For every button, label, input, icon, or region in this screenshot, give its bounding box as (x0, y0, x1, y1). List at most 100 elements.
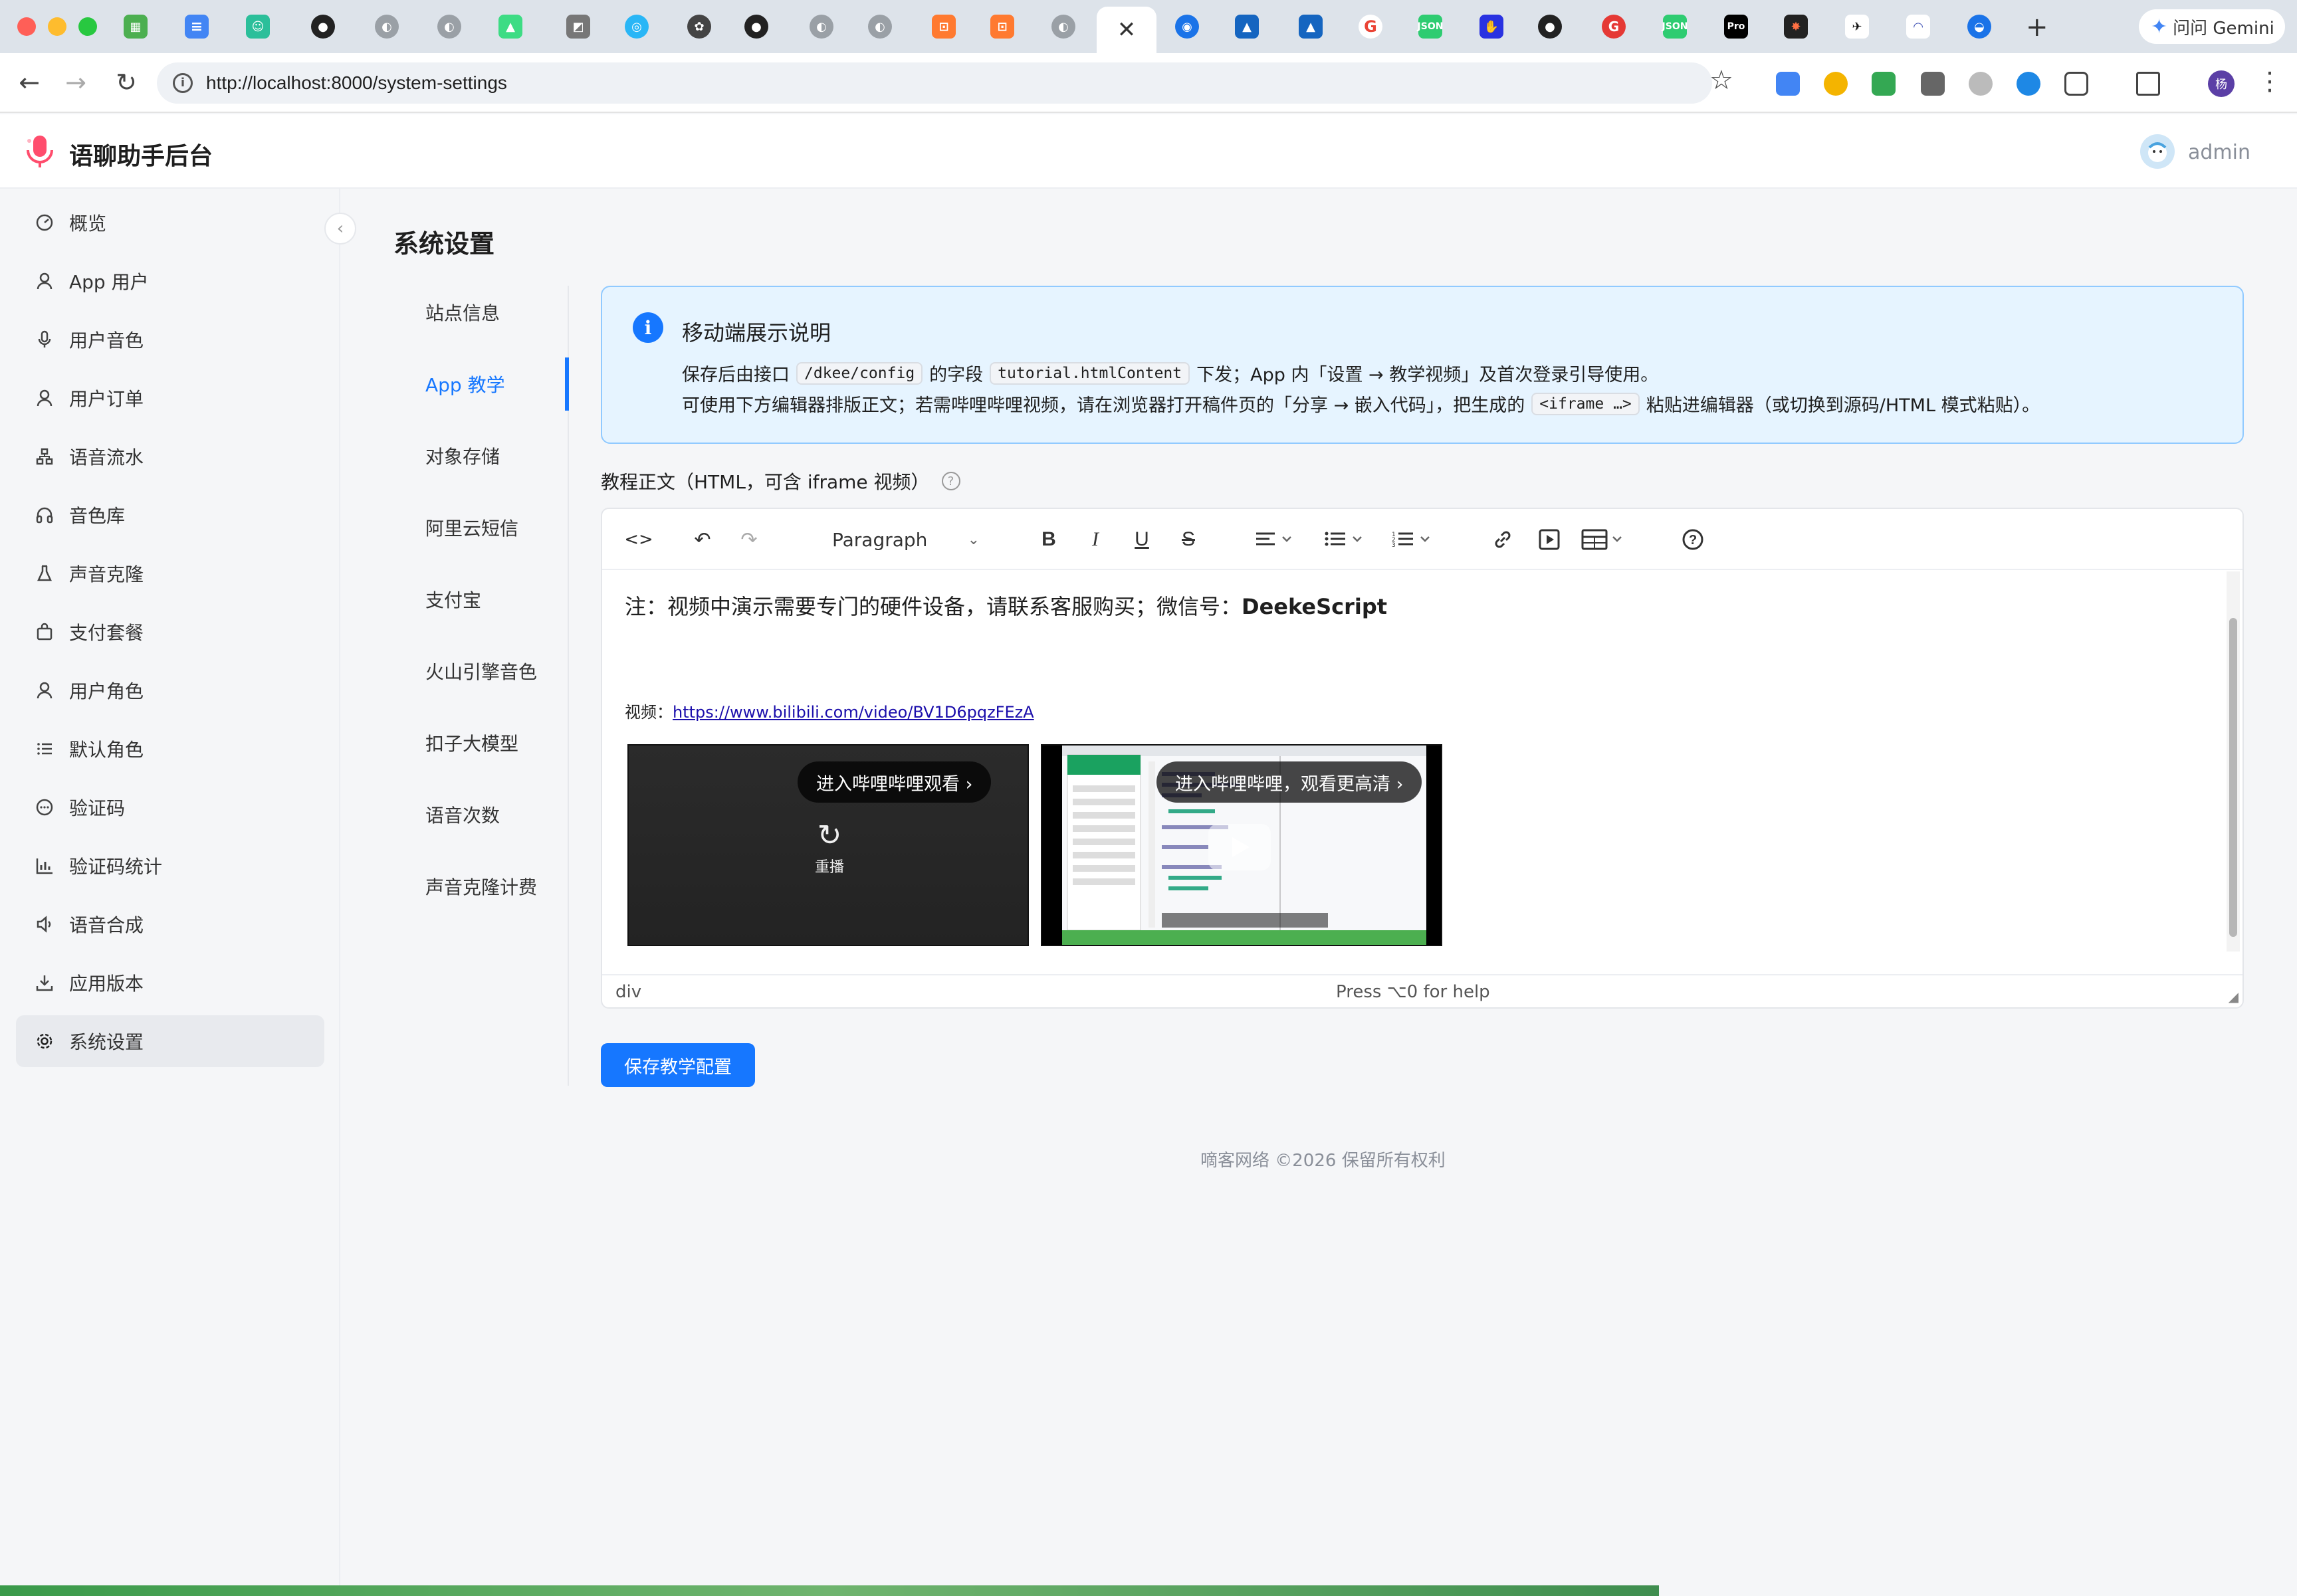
browser-tab-globe[interactable]: ◐ (1051, 15, 1075, 39)
browser-tab-chatbot[interactable]: ☺ (246, 15, 270, 39)
reload-icon[interactable]: ↻ (110, 68, 142, 97)
browser-tab-atlassian[interactable]: ▲ (1235, 15, 1259, 39)
table-dropdown[interactable] (1579, 525, 1630, 554)
browser-tab-image[interactable]: ◩ (566, 15, 590, 39)
sidebar-item-payment-plans[interactable]: 支付套餐 (16, 606, 324, 658)
browser-tab-burst[interactable]: ✸ (1784, 15, 1808, 39)
qr-extension-icon[interactable] (1921, 72, 1945, 96)
source-code-icon[interactable]: <> (622, 525, 655, 554)
sidebar-item-overview[interactable]: 概览 (16, 197, 324, 249)
sidebar-item-voice-clone[interactable]: 声音克隆 (16, 548, 324, 599)
close-icon[interactable]: ✕ (1117, 17, 1137, 43)
bilibili-embed-player-2[interactable]: 进入哔哩哔哩，观看更高清 › (1041, 744, 1442, 946)
browser-tab-android[interactable]: ▲ (498, 15, 522, 39)
save-tutorial-config-button[interactable]: 保存教学配置 (601, 1043, 755, 1087)
media-embed-icon[interactable] (1534, 525, 1565, 554)
browser-tab-code[interactable]: ⊡ (990, 15, 1014, 39)
editor-scrollbar[interactable] (2227, 571, 2240, 951)
url-text[interactable]: http://localhost:8000/system-settings (206, 72, 507, 94)
watch-hd-on-bilibili-button[interactable]: 进入哔哩哔哩，观看更高清 › (1156, 761, 1422, 803)
new-tab-button[interactable]: + (2026, 12, 2048, 43)
tab-coze-model[interactable]: 扣子大模型 (425, 716, 569, 769)
watch-on-bilibili-button[interactable]: 进入哔哩哔哩观看 › (798, 761, 992, 803)
window-close-button[interactable] (17, 17, 36, 36)
sidebar-item-user-voices[interactable]: 用户音色 (16, 314, 324, 365)
address-bar[interactable]: i http://localhost:8000/system-settings (157, 62, 1712, 104)
strikethrough-icon[interactable]: S (1174, 525, 1203, 554)
sidebar-collapse-button[interactable]: ‹ (324, 213, 356, 245)
block-format-select[interactable]: Paragraph ⌄ (821, 521, 988, 558)
sidebar-item-user-roles[interactable]: 用户角色 (16, 664, 324, 716)
forward-arrow-icon[interactable]: → (60, 68, 92, 97)
browser-tab-whale[interactable]: ◠ (1906, 15, 1930, 39)
browser-tab-json[interactable]: JSON (1662, 15, 1688, 39)
browser-tab-google[interactable]: G (1359, 15, 1382, 39)
question-icon[interactable]: ? (941, 472, 960, 490)
browser-tab-globe[interactable]: ◐ (375, 15, 399, 39)
browser-tab-github[interactable]: ● (1538, 15, 1562, 39)
browser-tab-g-red[interactable]: G (1602, 15, 1626, 39)
bilibili-video-link[interactable]: https://www.bilibili.com/video/BV1D6pqzF… (673, 703, 1034, 722)
tab-app-tutorial[interactable]: App 教学 (425, 357, 569, 411)
window-minimize-button[interactable] (48, 17, 66, 36)
sidebar-item-voice-flow[interactable]: 语音流水 (16, 431, 324, 482)
tab-alipay[interactable]: 支付宝 (425, 573, 569, 626)
browser-tab-pro[interactable]: Pro (1724, 15, 1748, 39)
site-info-icon[interactable]: i (173, 73, 193, 93)
browser-tab-json[interactable]: JSON (1418, 15, 1443, 39)
extension-icon[interactable] (1969, 72, 1993, 96)
replay-button[interactable]: ↻ 重播 (802, 819, 857, 876)
extension-icon[interactable] (1824, 72, 1848, 96)
plus-icon[interactable]: + (2026, 12, 2048, 43)
tab-volcengine-voices[interactable]: 火山引擎音色 (425, 645, 569, 698)
browser-tab-link[interactable]: ◉ (1175, 15, 1199, 39)
active-tab-close-button[interactable]: ✕ (1097, 7, 1156, 53)
sidebar-item-user-orders[interactable]: 用户订单 (16, 372, 324, 424)
tab-aliyun-sms[interactable]: 阿里云短信 (425, 501, 569, 554)
browser-tab-globe[interactable]: ◐ (810, 15, 833, 39)
bilibili-embed-player-1[interactable]: 进入哔哩哔哩观看 › ↻ 重播 (627, 744, 1029, 946)
video-paragraph[interactable]: 视频：https://www.bilibili.com/video/BV1D6p… (625, 699, 1034, 722)
align-dropdown[interactable] (1252, 525, 1300, 554)
window-maximize-button[interactable] (78, 17, 97, 36)
resize-handle-icon[interactable]: ◢ (2229, 989, 2239, 1005)
sidepanel-search-icon[interactable] (2136, 72, 2160, 96)
sidebar-item-app-users[interactable]: App 用户 (16, 255, 324, 307)
bookmark-star-icon[interactable]: ☆ (1709, 65, 1733, 96)
link-icon[interactable] (1487, 525, 1518, 554)
browser-tab-globe[interactable]: ◐ (868, 15, 892, 39)
octopus-extension-icon[interactable] (2017, 72, 2040, 96)
browser-tab-circle[interactable]: ◒ (1967, 15, 1991, 39)
bold-icon[interactable]: B (1034, 525, 1063, 554)
sidebar-item-speech-synthesis[interactable]: 语音合成 (16, 898, 324, 950)
browser-tab-docs[interactable]: ≡ (185, 15, 209, 39)
editor-scroll-thumb[interactable] (2229, 618, 2237, 937)
puzzle-extensions-icon[interactable] (2064, 72, 2088, 96)
browser-tab-atlassian[interactable]: ▲ (1299, 15, 1323, 39)
tab-groups-icon[interactable]: ▦ (124, 15, 148, 39)
shield-extension-icon[interactable] (1872, 72, 1896, 96)
sidebar-item-voice-library[interactable]: 音色库 (16, 489, 324, 541)
numbered-list-dropdown[interactable]: 123 (1389, 525, 1437, 554)
bullet-list-dropdown[interactable] (1321, 525, 1369, 554)
sidebar-item-verification-stats[interactable]: 验证码统计 (16, 840, 324, 892)
ask-gemini-button[interactable]: ✦ 问问 Gemini (2139, 9, 2285, 44)
back-arrow-icon[interactable]: ← (13, 68, 45, 97)
tab-clone-billing[interactable]: 声音克隆计费 (425, 860, 569, 913)
sidebar-item-default-roles[interactable]: 默认角色 (16, 723, 324, 775)
sidebar-item-system-settings[interactable]: 系统设置 (16, 1015, 324, 1067)
tab-object-storage[interactable]: 对象存储 (425, 429, 569, 482)
profile-avatar[interactable]: 杨 (2208, 70, 2235, 97)
browser-tab-search[interactable]: ◎ (625, 15, 649, 39)
user-name[interactable]: admin (2188, 141, 2250, 164)
translate-extension-icon[interactable] (1776, 72, 1800, 96)
sidebar-item-verification-code[interactable]: 验证码 (16, 781, 324, 833)
underline-icon[interactable]: U (1127, 525, 1156, 554)
browser-tab-github[interactable]: ● (744, 15, 768, 39)
element-path[interactable]: div (615, 982, 641, 1002)
browser-tab-bird[interactable]: ✈ (1845, 15, 1869, 39)
user-avatar[interactable] (2140, 134, 2175, 169)
browser-tab-code[interactable]: ⊡ (932, 15, 956, 39)
tab-site-info[interactable]: 站点信息 (425, 286, 569, 339)
tab-voice-quota[interactable]: 语音次数 (425, 788, 569, 841)
